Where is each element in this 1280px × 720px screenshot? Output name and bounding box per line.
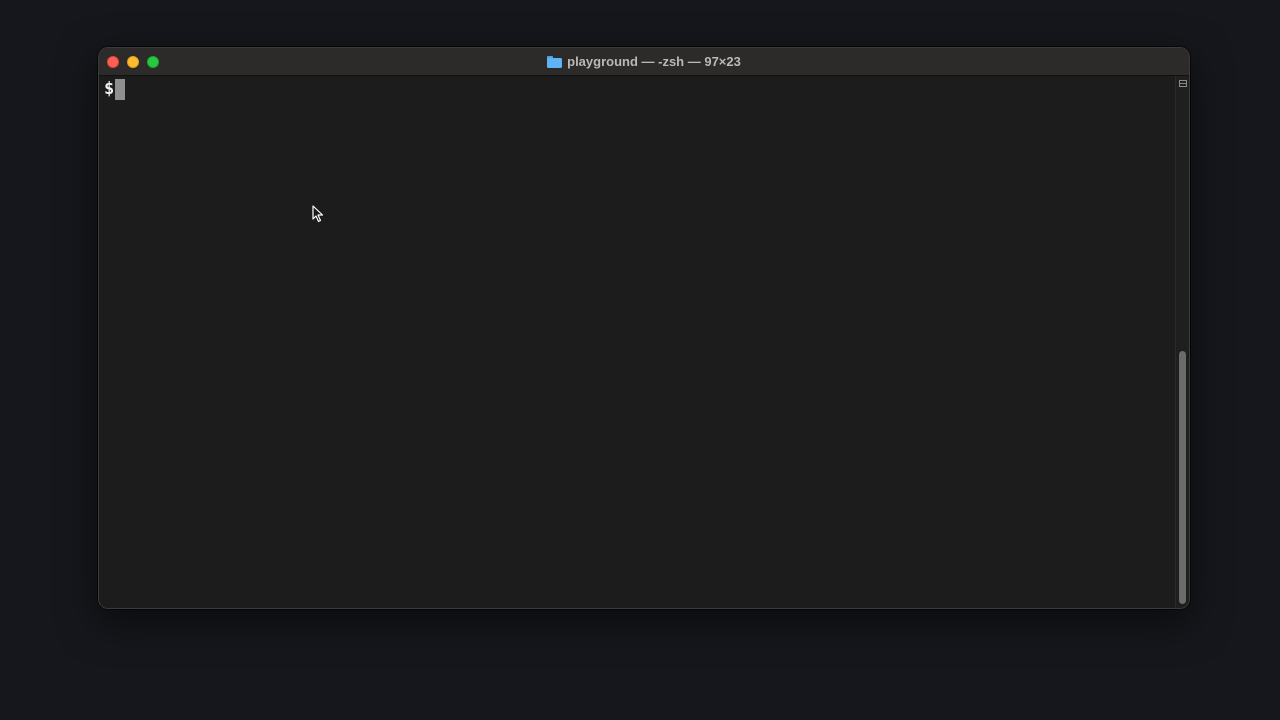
title-bar[interactable]: playground — -zsh — 97×23	[99, 48, 1189, 76]
text-cursor	[115, 78, 126, 100]
shell-prompt: $	[104, 79, 115, 99]
window-title-group: playground — -zsh — 97×23	[99, 48, 1189, 75]
folder-icon	[547, 55, 563, 68]
window-title: playground — -zsh — 97×23	[567, 54, 741, 69]
mouse-pointer-icon	[312, 205, 324, 223]
vertical-scrollbar[interactable]	[1175, 76, 1189, 608]
split-pane-icon[interactable]	[1179, 80, 1187, 87]
scrollbar-thumb[interactable]	[1179, 351, 1186, 604]
prompt-line: $	[104, 78, 1170, 100]
desktop: playground — -zsh — 97×23 $	[0, 0, 1280, 720]
terminal-content[interactable]: $	[99, 76, 1175, 608]
terminal-window[interactable]: playground — -zsh — 97×23 $	[98, 47, 1190, 609]
